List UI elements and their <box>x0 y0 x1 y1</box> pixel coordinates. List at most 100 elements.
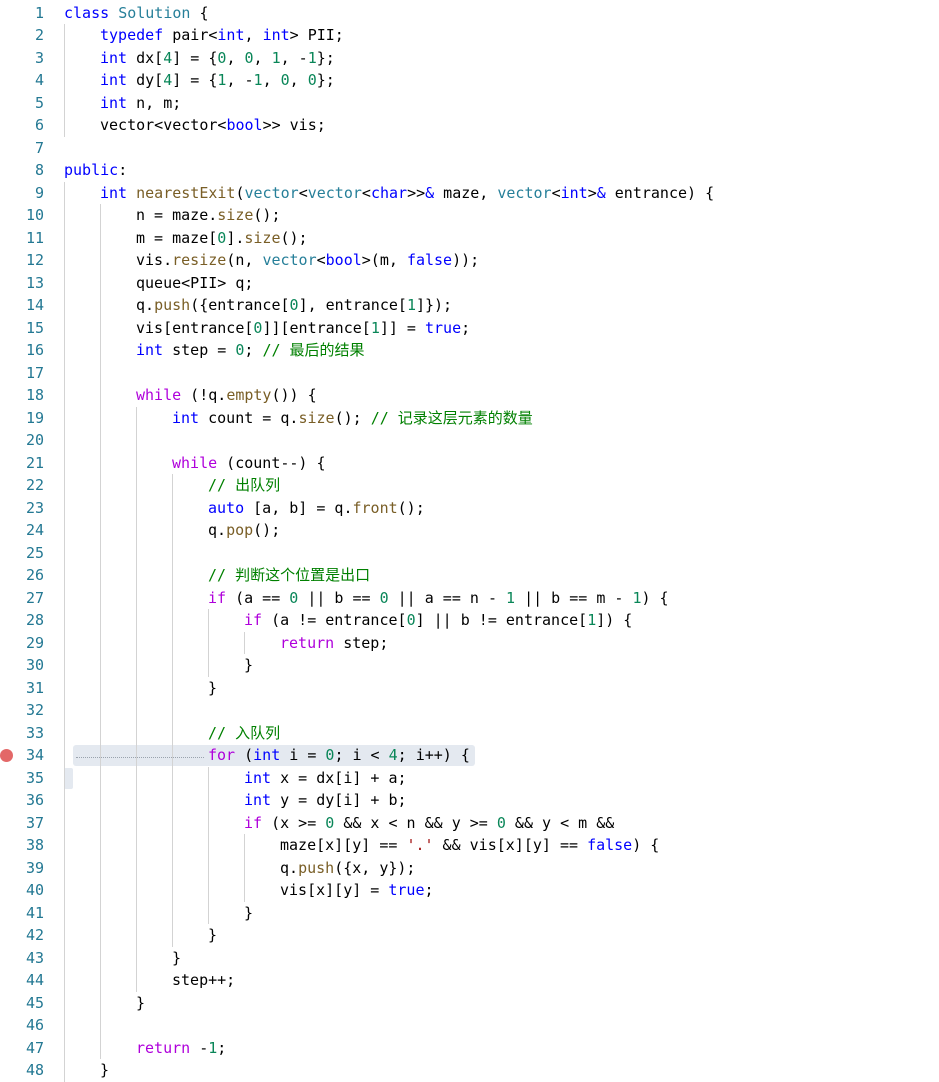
code-line: 29 return step; <box>0 632 939 655</box>
code-text: int count = q.size(); // 记录这层元素的数量 <box>172 407 533 430</box>
code-text: q.push({entrance[0], entrance[1]}); <box>136 294 452 317</box>
code-token: (); <box>334 408 371 427</box>
code-text: } <box>208 924 217 947</box>
code-token: false <box>406 251 453 269</box>
line-number: 35 <box>25 768 44 787</box>
code-token: { <box>190 3 209 22</box>
line-number: 28 <box>25 611 44 629</box>
code-text: // 判断这个位置是出口 <box>208 564 370 587</box>
code-text: if (a == 0 || b == 0 || a == n - 1 || b … <box>208 587 669 610</box>
code-token: (); <box>280 228 308 247</box>
code-token: ] = { <box>172 48 218 67</box>
code-line: 13 queue<PII> q; <box>0 272 939 295</box>
code-token: } <box>172 948 182 967</box>
code-token: int <box>136 341 164 359</box>
code-editor[interactable]: 1 class Solution {2 typedef pair<int, int>… <box>0 0 939 1082</box>
code-token: ; <box>244 341 263 359</box>
code-token: (); <box>397 498 425 517</box>
code-token: >> <box>407 183 426 202</box>
code-token: ]. <box>226 228 245 247</box>
code-line: 33 // 入队列 <box>0 722 939 745</box>
code-text: vis[entrance[0]][entrance[1]] = true; <box>136 317 470 340</box>
code-token: step; <box>334 633 389 652</box>
code-token: vis. <box>136 251 173 269</box>
code-text: int n, m; <box>100 92 181 115</box>
code-line: 20 <box>0 429 939 452</box>
code-text: for (int i = 0; i < 4; i++) { <box>208 744 470 767</box>
code-token: step = <box>163 341 236 359</box>
code-line: 4 int dy[4] = {1, -1, 0, 0}; <box>0 69 939 92</box>
code-text: vis.resize(n, vector<bool>(m, false)); <box>136 249 479 272</box>
code-token: ) { <box>641 588 669 607</box>
code-token: ( <box>235 746 254 764</box>
code-token: ()) { <box>271 386 317 404</box>
line-number: 34 <box>25 746 44 764</box>
code-token: ]}); <box>415 296 453 314</box>
line-number: 11 <box>25 228 44 247</box>
code-line: 31} <box>0 677 939 700</box>
line-number: 27 <box>25 588 44 607</box>
code-line: 6 vector<vector<bool>> vis; <box>0 114 939 137</box>
code-token: char <box>370 183 408 202</box>
code-token: x = dx[i] + a; <box>271 768 407 787</box>
line-number: 23 <box>25 498 44 517</box>
code-text: int x = dx[i] + a; <box>244 767 407 790</box>
line-number: 36 <box>25 791 44 809</box>
code-text: } <box>208 677 217 700</box>
code-token: int <box>253 746 281 764</box>
code-token: if <box>244 611 263 629</box>
code-token: ( <box>235 183 245 202</box>
code-token: } <box>244 656 254 674</box>
code-token: 0 <box>406 611 416 629</box>
code-token: for <box>208 746 236 764</box>
line-number: 48 <box>25 1061 44 1079</box>
code-token: while <box>136 386 182 404</box>
code-token: true <box>388 881 425 899</box>
code-token: 0 <box>280 71 290 89</box>
code-token: push <box>154 296 191 314</box>
code-token: && vis[x][y] == <box>433 836 588 854</box>
code-line: 42} <box>0 924 939 947</box>
code-text: if (a != entrance[0] || b != entrance[1]… <box>244 609 632 632</box>
line-number: 12 <box>25 251 44 269</box>
code-line: 21 while (count--) { <box>0 452 939 475</box>
code-token: : <box>118 161 128 179</box>
code-line: 5 int n, m; <box>0 92 939 115</box>
line-number: 42 <box>25 926 44 944</box>
code-token: size <box>298 408 335 427</box>
line-number: 5 <box>34 93 44 112</box>
line-number: 16 <box>25 341 44 359</box>
code-token: }; <box>316 48 335 67</box>
code-token: front <box>352 498 398 517</box>
code-token: )); <box>452 251 480 269</box>
code-line: 9 int nearestExit(vector<vector<char>>& m… <box>0 182 939 205</box>
code-text: int step = 0; // 最后的结果 <box>136 339 365 362</box>
code-token: // 出队列 <box>208 476 281 494</box>
code-token: step++; <box>172 971 236 989</box>
code-token: (); <box>253 521 281 539</box>
code-token: while <box>172 453 218 472</box>
code-text: int y = dy[i] + b; <box>244 789 407 812</box>
code-line: 41} <box>0 902 939 925</box>
code-token: ({x, y}); <box>334 858 416 877</box>
code-token: ({entrance[ <box>190 296 290 314</box>
code-token: 1 <box>307 48 317 67</box>
code-text: } <box>244 654 253 677</box>
code-token: (); <box>253 206 281 224</box>
code-line: 34 for (int i = 0; i < 4; i++) { <box>0 744 939 767</box>
line-number: 24 <box>25 521 44 539</box>
code-token: }; <box>316 71 335 89</box>
code-token: int <box>100 93 128 112</box>
code-token: (a == <box>226 588 290 607</box>
code-token: ; <box>217 1038 227 1057</box>
code-line: 19 int count = q.size(); // 记录这层元素的数量 <box>0 407 939 430</box>
line-number: 6 <box>34 116 44 134</box>
line-number: 40 <box>25 881 44 899</box>
code-token: bool <box>325 251 362 269</box>
code-token: , - <box>280 48 308 67</box>
code-token: 1 <box>406 296 416 314</box>
line-number: 18 <box>25 386 44 404</box>
code-token: - <box>190 1038 209 1057</box>
line-number: 37 <box>25 813 44 832</box>
line-number: 10 <box>25 206 44 224</box>
